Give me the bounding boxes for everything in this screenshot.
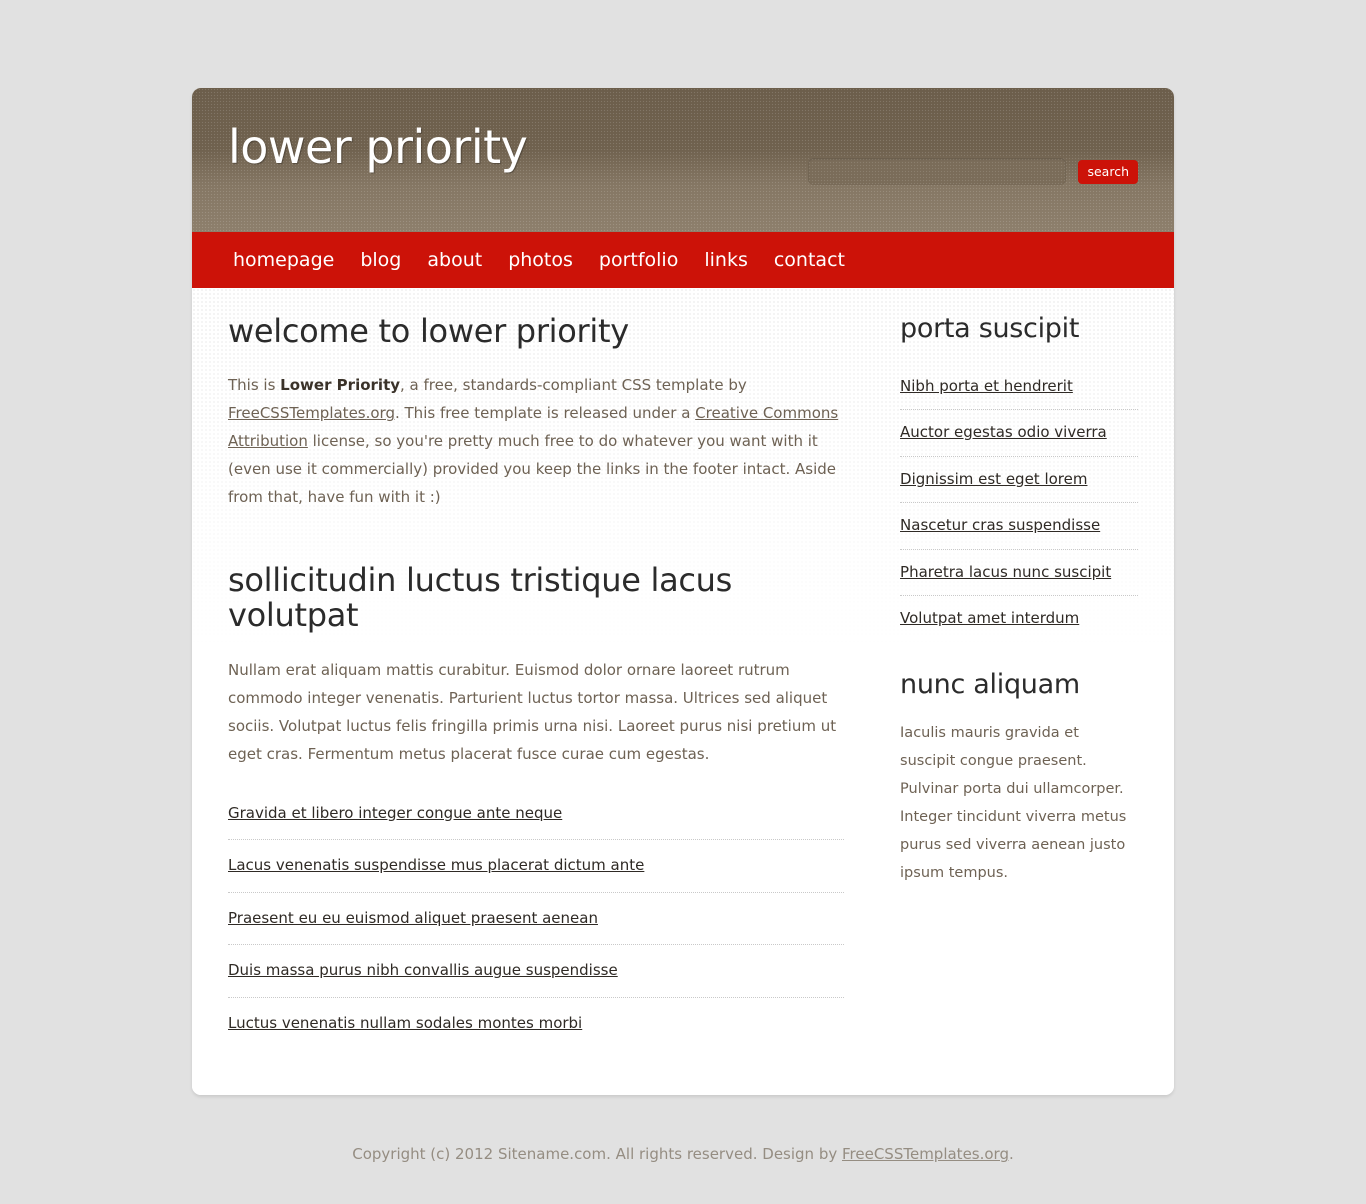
copyright-text-before: Copyright (c) 2012 Sitename.com. All rig…	[352, 1145, 842, 1163]
section-two-paragraph: Nullam erat aliquam mattis curabitur. Eu…	[228, 660, 837, 763]
sidebar-link-list: Nibh porta et hendrerit Auctor egestas o…	[900, 364, 1138, 642]
copyright-text-after: .	[1008, 1145, 1014, 1163]
sidebar-link-1[interactable]: Nibh porta et hendrerit	[900, 377, 1073, 395]
search-form: search	[808, 158, 1138, 185]
list-item: Dignissim est eget lorem	[900, 457, 1138, 504]
sidebar-block-porta-suscipit: porta suscipit Nibh porta et hendrerit A…	[900, 314, 1138, 642]
nav-item-about[interactable]: about	[414, 250, 495, 270]
list-item: Duis massa purus nibh convallis augue su…	[228, 945, 845, 998]
nav-item-contact[interactable]: contact	[761, 250, 858, 270]
welcome-text-1: This is	[228, 376, 281, 395]
sidebar-link-4[interactable]: Nascetur cras suspendisse	[900, 516, 1100, 534]
nav-item-portfolio[interactable]: portfolio	[586, 250, 691, 270]
content-link-1[interactable]: Gravida et libero integer congue ante ne…	[228, 804, 562, 822]
list-item: Pharetra lacus nunc suscipit	[900, 550, 1138, 597]
sidebar-block-nunc-aliquam: nunc aliquam Iaculis mauris gravida et s…	[900, 668, 1138, 888]
freecsstemplates-link[interactable]: FreeCSSTemplates.org	[228, 404, 395, 422]
nav-item-blog[interactable]: blog	[347, 250, 414, 270]
list-item: Luctus venenatis nullam sodales montes m…	[228, 998, 844, 1050]
nav-item-homepage[interactable]: homepage	[220, 250, 347, 270]
content-link-3[interactable]: Praesent eu eu euismod aliquet praesent …	[228, 909, 598, 927]
list-item: Auctor egestas odio viverra	[900, 410, 1138, 457]
section-two-heading: sollicitudin luctus tristique lacus volu…	[228, 561, 733, 635]
nav-item-links[interactable]: links	[691, 250, 761, 270]
list-item: Praesent eu eu euismod aliquet praesent …	[228, 893, 845, 946]
sidebar-link-2[interactable]: Auctor egestas odio viverra	[900, 423, 1107, 441]
main-navigation: homepage blog about photos portfolio lin…	[192, 232, 1174, 288]
content-link-list: Gravida et libero integer congue ante ne…	[228, 788, 845, 1050]
nav-item-photos[interactable]: photos	[495, 250, 586, 270]
sidebar-link-6[interactable]: Volutpat amet interdum	[900, 609, 1079, 627]
sidebar-link-5[interactable]: Pharetra lacus nunc suscipit	[900, 563, 1111, 581]
welcome-heading: welcome to lower priority	[228, 312, 629, 350]
sidebar-heading-one: porta suscipit	[900, 313, 1080, 344]
list-item: Gravida et libero integer congue ante ne…	[228, 788, 845, 841]
sollicitudin-section: sollicitudin luctus tristique lacus volu…	[228, 561, 845, 1050]
page-body: welcome to lower priority This is Lower …	[192, 288, 1174, 1096]
search-input[interactable]	[808, 158, 1067, 185]
copyright-text: Copyright (c) 2012 Sitename.com. All rig…	[0, 1140, 1366, 1168]
sidebar-paragraph: Iaculis mauris gravida et suscipit congu…	[900, 725, 1127, 882]
sidebar-link-3[interactable]: Dignissim est eget lorem	[900, 470, 1087, 488]
main-content: welcome to lower priority This is Lower …	[228, 312, 845, 1050]
welcome-section: welcome to lower priority This is Lower …	[228, 312, 844, 511]
search-button[interactable]: search	[1078, 159, 1138, 184]
list-item: Lacus venenatis suspendisse mus placerat…	[228, 840, 845, 893]
welcome-strong: Lower Priority	[280, 376, 401, 395]
site-footer: Copyright (c) 2012 Sitename.com. All rig…	[0, 1140, 1366, 1168]
content-link-5[interactable]: Luctus venenatis nullam sodales montes m…	[228, 1014, 582, 1032]
list-item: Nascetur cras suspendisse	[900, 503, 1138, 550]
welcome-text-4: license, so you're pretty much free to d…	[228, 432, 837, 507]
site-container: lower priority search homepage blog abou…	[192, 88, 1174, 1096]
list-item: Volutpat amet interdum	[900, 596, 1138, 642]
welcome-text-2: , a free, standards-compliant CSS templa…	[400, 376, 747, 395]
content-link-2[interactable]: Lacus venenatis suspendisse mus placerat…	[228, 856, 644, 874]
page-root: lower priority search homepage blog abou…	[0, 0, 1366, 1204]
sidebar-heading-two: nunc aliquam	[900, 668, 1080, 700]
footer-credit-link[interactable]: FreeCSSTemplates.org	[842, 1145, 1009, 1163]
welcome-paragraph: This is Lower Priority, a free, standard…	[228, 371, 844, 511]
site-logo[interactable]: lower priority	[228, 124, 528, 170]
content-link-4[interactable]: Duis massa purus nibh convallis augue su…	[228, 961, 618, 979]
list-item: Nibh porta et hendrerit	[900, 364, 1138, 411]
welcome-text-3: . This free template is released under a	[394, 404, 696, 423]
sidebar: porta suscipit Nibh porta et hendrerit A…	[900, 314, 1138, 1049]
site-header: lower priority search	[192, 88, 1174, 232]
